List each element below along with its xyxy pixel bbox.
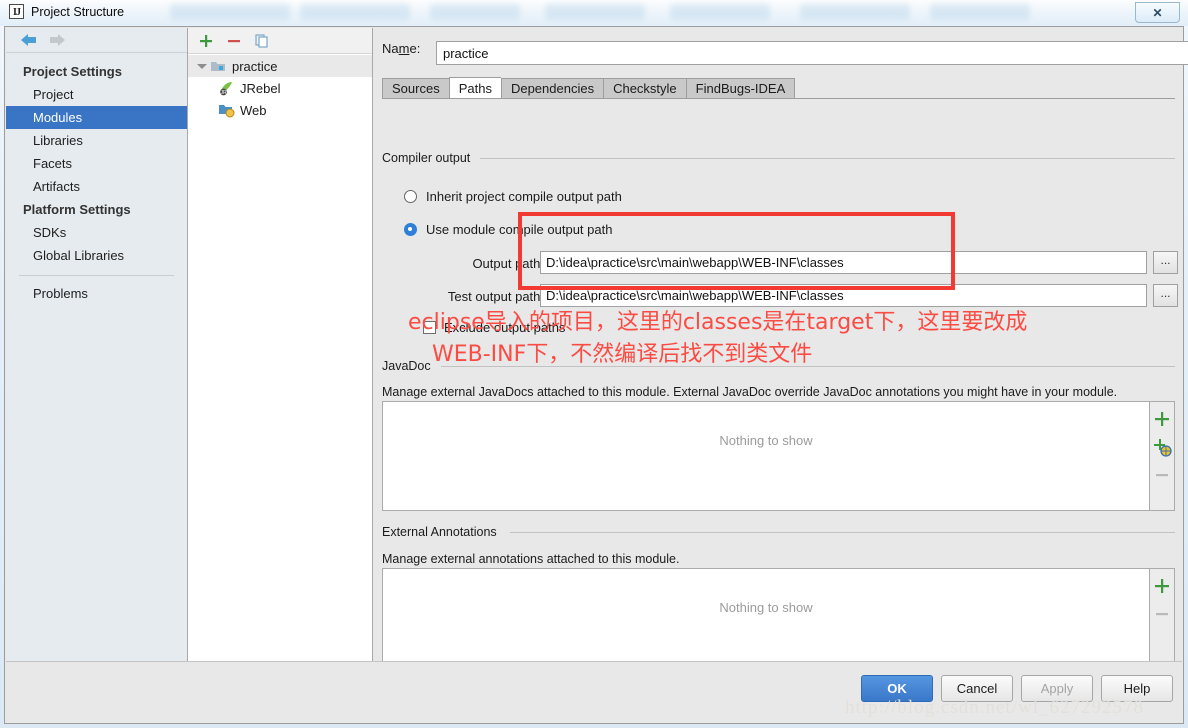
project-structure-window: IJ Project Structure ✕ Project Settings … <box>0 0 1188 728</box>
dialog-body: Project Settings Project Modules Librari… <box>4 26 1188 724</box>
background-window-ghost <box>170 4 290 20</box>
tab-paths[interactable]: Paths <box>448 77 501 99</box>
javadoc-description: Manage external JavaDocs attached to thi… <box>382 385 1118 399</box>
tree-row-label: practice <box>232 58 278 74</box>
radio-use-module-output[interactable]: Use module compile output path <box>404 222 612 237</box>
tab-findbugs-idea[interactable]: FindBugs-IDEA <box>685 78 796 99</box>
background-window-ghost <box>300 4 410 20</box>
sidebar-item-modules[interactable]: Modules <box>6 106 187 129</box>
module-tree-toolbar <box>188 28 372 54</box>
settings-sidebar: Project Settings Project Modules Librari… <box>6 28 188 661</box>
add-javadoc-url-icon[interactable] <box>1151 436 1173 458</box>
test-output-path-label: Test output path: <box>447 289 544 304</box>
module-name-row: Name: <box>382 41 430 56</box>
module-tree-panel: practice JR JRebel Web <box>188 28 373 661</box>
test-output-path-browse-button[interactable]: ... <box>1153 284 1178 307</box>
sidebar-item-project[interactable]: Project <box>6 83 187 106</box>
sidebar-group-platform-settings: Platform Settings <box>23 202 131 217</box>
output-path-browse-button[interactable]: ... <box>1153 251 1178 274</box>
tree-row-label: JRebel <box>240 80 281 96</box>
svg-text:JR: JR <box>220 90 227 96</box>
compiler-output-group-label: Compiler output <box>382 151 476 165</box>
radio-icon[interactable] <box>404 190 417 203</box>
external-annotations-empty-text: Nothing to show <box>719 600 813 615</box>
module-tree-rows: practice JR JRebel Web <box>188 55 372 121</box>
remove-javadoc-icon <box>1151 464 1173 486</box>
sidebar-item-problems[interactable]: Problems <box>6 282 187 305</box>
back-arrow-icon[interactable] <box>20 32 38 48</box>
jrebel-icon: JR <box>218 80 235 96</box>
background-window-ghost <box>430 4 520 20</box>
module-tab-bar: Sources Paths Dependencies Checkstyle Fi… <box>382 77 796 99</box>
tree-row[interactable]: practice <box>188 55 372 77</box>
module-name-label: Name: <box>382 41 421 56</box>
sidebar-divider <box>19 275 174 276</box>
add-module-icon[interactable] <box>198 33 214 49</box>
background-window-ghost <box>930 4 1030 20</box>
sidebar-item-facets[interactable]: Facets <box>6 152 187 175</box>
output-path-input[interactable]: D:\idea\practice\src\main\webapp\WEB-INF… <box>540 251 1147 274</box>
chevron-down-icon[interactable] <box>194 59 208 73</box>
output-path-label: Output path: <box>472 256 544 271</box>
group-divider <box>480 158 1175 159</box>
module-name-input[interactable] <box>436 41 1188 65</box>
close-icon[interactable]: ✕ <box>1135 2 1180 23</box>
sidebar-item-libraries[interactable]: Libraries <box>6 129 187 152</box>
background-window-ghost <box>670 4 770 20</box>
add-javadoc-icon[interactable] <box>1151 408 1173 430</box>
annotation-text-line-2: WEB-INF下，不然编译后找不到类文件 <box>432 342 813 367</box>
tree-row[interactable]: JR JRebel <box>188 77 372 99</box>
javadoc-action-bar <box>1150 401 1175 511</box>
external-annotations-group-label: External Annotations <box>382 525 502 539</box>
tab-sources[interactable]: Sources <box>382 78 449 99</box>
sidebar-nav-bar <box>6 28 187 53</box>
external-annotations-description: Manage external annotations attached to … <box>382 552 680 566</box>
group-divider <box>510 532 1175 533</box>
tab-dependencies[interactable]: Dependencies <box>500 78 604 99</box>
remove-module-icon[interactable] <box>226 33 242 49</box>
idea-icon: IJ <box>9 4 24 19</box>
javadoc-group-label: JavaDoc <box>382 359 436 373</box>
javadoc-list[interactable]: Nothing to show <box>382 401 1150 511</box>
sidebar-item-sdks[interactable]: SDKs <box>6 221 187 244</box>
remove-annotation-icon <box>1151 603 1173 625</box>
add-annotation-icon[interactable] <box>1151 575 1173 597</box>
tab-checkstyle[interactable]: Checkstyle <box>603 78 686 99</box>
tab-underline <box>382 98 1175 99</box>
title-bar: IJ Project Structure ✕ <box>0 0 1188 26</box>
title-bar-left: IJ Project Structure <box>9 4 124 19</box>
background-window-ghost <box>800 4 910 20</box>
annotation-text-line-1: eclipse导入的项目，这里的classes是在target下，这里要改成 <box>408 310 1028 335</box>
forward-arrow-icon <box>48 32 66 48</box>
background-window-ghost <box>545 4 645 20</box>
window-title: Project Structure <box>31 4 125 19</box>
sidebar-item-list: Project Settings Project Modules Librari… <box>6 60 187 305</box>
tree-row-label: Web <box>240 102 267 118</box>
web-facet-icon <box>218 102 235 118</box>
radio-inherit-project-output[interactable]: Inherit project compile output path <box>404 189 622 204</box>
copy-module-icon[interactable] <box>254 33 270 49</box>
sidebar-item-artifacts[interactable]: Artifacts <box>6 175 187 198</box>
tree-row[interactable]: Web <box>188 99 372 121</box>
javadoc-empty-text: Nothing to show <box>719 433 813 448</box>
sidebar-group-project-settings: Project Settings <box>23 64 122 79</box>
sidebar-item-global-libraries[interactable]: Global Libraries <box>6 244 187 267</box>
radio-icon-selected[interactable] <box>404 223 417 236</box>
watermark-text: http://blog.csdn.net/wl_627292578 <box>845 697 1144 718</box>
module-icon <box>210 58 227 74</box>
